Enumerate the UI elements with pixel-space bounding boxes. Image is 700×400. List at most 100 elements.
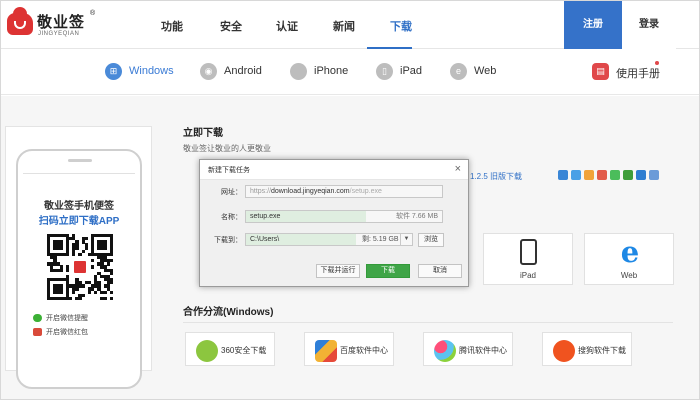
url-host: download.jingyeqian.com	[271, 188, 350, 195]
nav-item-features[interactable]: 功能	[161, 18, 183, 34]
download-button[interactable]: 下载	[366, 264, 410, 278]
qr-module	[106, 274, 111, 279]
tab-ipad[interactable]: ▯ iPad	[376, 63, 426, 81]
qr-module	[84, 237, 89, 241]
wechat-reminder-link[interactable]: 开启微信提醒	[33, 313, 88, 323]
qr-module	[109, 259, 114, 263]
download-and-run-button[interactable]: 下载并运行	[316, 264, 360, 278]
tab-web[interactable]: e Web	[450, 63, 500, 81]
share-qq-icon[interactable]	[584, 170, 594, 180]
qr-module	[87, 290, 92, 294]
phone-screen: 敬业签手机便签 扫码立即下载APP 开启微信提醒 开启微信红包	[23, 173, 135, 383]
qr-module	[75, 287, 79, 291]
qr-module	[97, 287, 101, 291]
share-weibo-icon[interactable]	[597, 170, 607, 180]
filename-field[interactable]: setup.exe 软件 7.66 MB	[245, 210, 443, 223]
tab-android[interactable]: ◉ Android	[200, 63, 270, 81]
logo[interactable]: 敬业签 ® JINGYEQIAN	[7, 7, 99, 42]
nav-item-news[interactable]: 新闻	[333, 18, 355, 34]
qr-module	[100, 243, 104, 247]
qr-module	[69, 284, 73, 288]
dialog-titlebar[interactable]: 新建下载任务 ×	[200, 160, 468, 180]
qr-module	[65, 265, 70, 269]
save-path-field[interactable]: C:\Users\ 剩: 5.19 GB ▼	[245, 233, 413, 246]
nav-item-certification[interactable]: 认证	[276, 18, 298, 34]
wechat-icon	[33, 314, 42, 323]
qr-module	[91, 284, 95, 288]
qr-module	[65, 249, 70, 254]
qr-module	[53, 259, 57, 263]
qr-module	[47, 240, 51, 244]
share-wechat-icon[interactable]	[610, 170, 620, 180]
old-version-link[interactable]: 1.2.5 旧版下载	[470, 171, 522, 182]
qr-module	[59, 268, 63, 272]
manual-book-icon: ▤	[592, 63, 609, 80]
qr-module	[59, 265, 63, 269]
qr-module	[94, 278, 98, 282]
qr-module	[100, 259, 104, 263]
qr-module	[78, 252, 82, 257]
user-manual-link[interactable]: ▤ 使用手册	[592, 61, 667, 81]
qr-module	[97, 262, 101, 266]
qr-module	[75, 284, 79, 288]
browse-button[interactable]: 浏览	[418, 233, 444, 247]
qr-module	[97, 271, 101, 276]
qr-module	[106, 281, 111, 285]
qr-module	[53, 278, 57, 282]
qr-module	[100, 256, 104, 260]
cancel-button[interactable]: 取消	[418, 264, 462, 278]
qr-module	[53, 252, 57, 257]
chevron-down-icon[interactable]: ▼	[400, 234, 412, 245]
qr-module	[47, 290, 51, 294]
qr-module	[87, 281, 92, 285]
download-now-title: 立即下载	[183, 128, 223, 139]
share-more-icon[interactable]	[649, 170, 659, 180]
ipad-download-tile[interactable]: iPad	[483, 233, 573, 285]
filename-value: setup.exe	[250, 213, 281, 220]
nav-item-security[interactable]: 安全	[220, 18, 242, 34]
share-qzone-icon[interactable]	[571, 170, 581, 180]
qr-module	[50, 278, 54, 282]
slogan: 敬业签让敬业的人更敬业	[183, 144, 271, 153]
nav-item-download[interactable]: 下载	[390, 18, 412, 34]
tab-iphone[interactable]: iPhone	[290, 63, 355, 81]
qr-module	[94, 281, 98, 285]
qr-module	[109, 290, 114, 294]
qr-module	[69, 237, 73, 241]
share-renren-icon[interactable]	[636, 170, 646, 180]
qr-module	[47, 278, 51, 282]
qr-module	[50, 252, 54, 257]
qr-module	[47, 237, 51, 241]
partner-sogou[interactable]: 搜狗软件下载	[542, 332, 632, 366]
login-button[interactable]: 登录	[622, 1, 676, 49]
cloud-logo-icon	[7, 7, 33, 35]
qr-module	[59, 290, 63, 294]
qr-module	[75, 296, 79, 301]
qr-module	[103, 296, 107, 301]
wechat-redpacket-link[interactable]: 开启微信红包	[33, 327, 88, 337]
qr-module	[91, 237, 95, 241]
qr-module	[59, 287, 63, 291]
dialog-body: 网址： https://download.jingyeqian.com/setu…	[200, 180, 468, 286]
share-douban-icon[interactable]	[623, 170, 633, 180]
qr-module	[103, 256, 107, 260]
share-plus-icon[interactable]	[558, 170, 568, 180]
qr-module	[109, 237, 114, 241]
manual-label: 使用手册	[616, 68, 660, 80]
qr-module	[109, 243, 114, 247]
tab-windows[interactable]: ⊞ Windows	[105, 63, 175, 81]
top-header: 敬业签 ® JINGYEQIAN 功能 安全 认证 新闻 下载 注册 登录	[1, 1, 699, 49]
web-download-tile[interactable]: e Web	[584, 233, 674, 285]
url-field[interactable]: https://download.jingyeqian.com/setup.ex…	[245, 185, 443, 198]
partner-360[interactable]: 360安全下载	[185, 332, 275, 366]
qr-module	[81, 284, 85, 288]
qr-module	[53, 262, 57, 266]
register-button[interactable]: 注册	[564, 1, 622, 49]
close-icon[interactable]: ×	[455, 162, 461, 176]
partner-tencent[interactable]: 腾讯软件中心	[423, 332, 513, 366]
url-scheme: https://	[250, 188, 272, 195]
qr-module	[94, 234, 98, 238]
partner-baidu[interactable]: 百度软件中心	[304, 332, 394, 366]
qr-module	[53, 287, 57, 291]
baidu-logo-icon	[315, 340, 337, 362]
